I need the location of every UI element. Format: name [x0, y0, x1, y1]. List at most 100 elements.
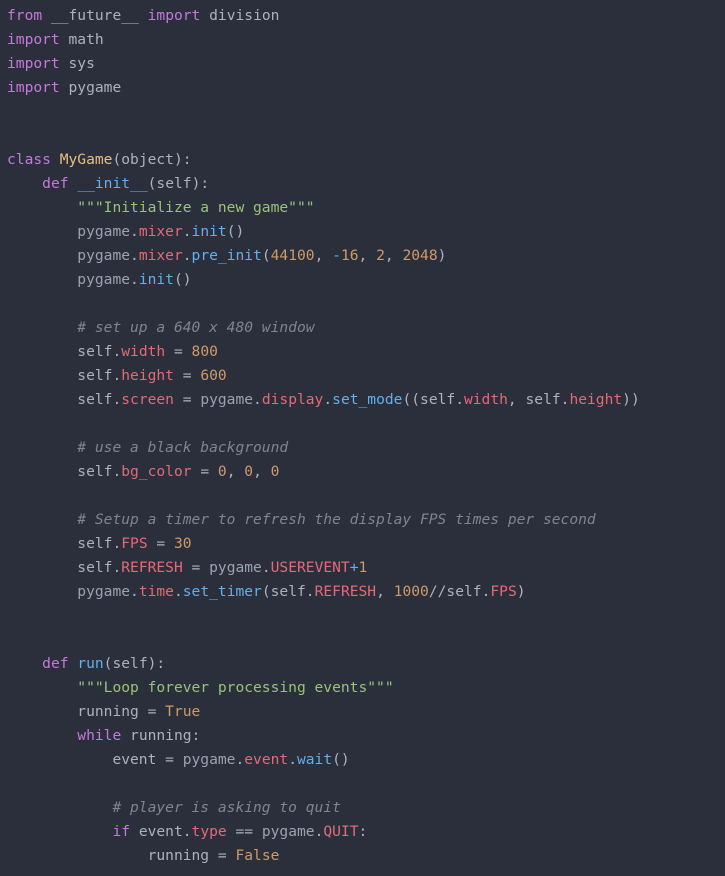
code-token-num: 1000 [393, 583, 429, 600]
code-token-punct: () [332, 751, 350, 768]
code-line[interactable]: # set up a 640 x 480 window [7, 316, 725, 340]
code-line[interactable]: running = True [7, 700, 725, 724]
code-line[interactable]: def __init__(self): [7, 172, 725, 196]
code-token-attr: QUIT [323, 823, 359, 840]
code-token-punct: . [323, 391, 333, 408]
code-line[interactable]: """Initialize a new game""" [7, 196, 725, 220]
code-token-attr: height [121, 367, 174, 384]
code-token-punct: , [384, 247, 403, 264]
code-line[interactable]: if event.type == pygame.QUIT: [7, 820, 725, 844]
code-token-attr: FPS [121, 535, 148, 552]
code-token-punct: . [455, 391, 464, 408]
code-line[interactable]: # player is asking to quit [7, 796, 725, 820]
code-line[interactable]: while running: [7, 724, 725, 748]
code-token-plain: event [112, 751, 157, 768]
code-token-dim: pygame [77, 583, 131, 600]
code-token-plain: running [147, 847, 210, 864]
code-token-fn: set_timer [182, 583, 262, 600]
code-line[interactable] [7, 412, 725, 436]
code-line[interactable]: running = False [7, 844, 725, 868]
code-line[interactable]: import sys [7, 52, 725, 76]
code-token-punct: : [191, 727, 201, 744]
code-token-kw: import [147, 7, 201, 24]
code-line[interactable]: pygame.mixer.init() [7, 220, 725, 244]
code-token-num: 2048 [402, 247, 438, 264]
code-token-attr: width [463, 391, 508, 408]
code-token-punct: , [314, 247, 333, 264]
code-line[interactable]: self.FPS = 30 [7, 532, 725, 556]
code-line[interactable] [7, 772, 725, 796]
code-token-punct: . [130, 271, 139, 288]
code-token-num: 1 [358, 559, 368, 576]
code-token-attr: width [121, 343, 166, 360]
code-line[interactable]: self.height = 600 [7, 364, 725, 388]
code-line[interactable]: # Setup a timer to refresh the display F… [7, 508, 725, 532]
code-editor-pane[interactable]: from __future__ import division import ma… [0, 0, 725, 876]
code-token-kw: from [7, 7, 43, 24]
code-line[interactable] [7, 292, 725, 316]
code-line[interactable]: pygame.mixer.pre_init(44100, -16, 2, 204… [7, 244, 725, 268]
code-token-punct: = [147, 535, 174, 552]
code-line[interactable]: """Loop forever processing events""" [7, 676, 725, 700]
code-token-attr: USEREVENT [270, 559, 350, 576]
code-token-punct: // [428, 583, 447, 600]
code-token-punct: . [253, 391, 262, 408]
code-token-fn: pre_init [191, 247, 262, 264]
code-token-num: 16 [340, 247, 359, 264]
code-token-punct: . [288, 751, 297, 768]
code-token-plain: self [77, 391, 113, 408]
code-token-str: """Loop forever processing events""" [77, 679, 394, 696]
code-token-num: True [165, 703, 201, 720]
code-token-punct: . [130, 583, 139, 600]
code-line[interactable] [7, 628, 725, 652]
code-line[interactable]: self.bg_color = 0, 0, 0 [7, 460, 725, 484]
code-line[interactable]: self.width = 800 [7, 340, 725, 364]
code-token-kw: if [112, 823, 131, 840]
code-token-punct: () [226, 223, 245, 240]
code-token-punct: . [112, 343, 122, 360]
code-token-attr: REFRESH [314, 583, 377, 600]
code-line[interactable]: import math [7, 28, 725, 52]
code-line[interactable]: # use a black background [7, 436, 725, 460]
code-token-punct: = [165, 343, 192, 360]
code-token-punct: . [112, 463, 122, 480]
code-token-punct: == [226, 823, 262, 840]
code-line[interactable] [7, 100, 725, 124]
code-line[interactable]: self.REFRESH = pygame.USEREVENT+1 [7, 556, 725, 580]
code-token-plain: self [77, 535, 113, 552]
code-line[interactable]: pygame.time.set_timer(self.REFRESH, 1000… [7, 580, 725, 604]
code-line[interactable]: from __future__ import division [7, 4, 725, 28]
code-line[interactable] [7, 604, 725, 628]
code-token-cmt: # Setup a timer to refresh the display F… [77, 511, 596, 528]
code-line[interactable] [7, 484, 725, 508]
code-line[interactable]: def run(self): [7, 652, 725, 676]
code-token-punct: . [305, 583, 315, 600]
code-line[interactable]: import pygame [7, 76, 725, 100]
code-line[interactable] [7, 124, 725, 148]
code-line[interactable]: class MyGame(object): [7, 148, 725, 172]
code-token-str: """Initialize a new game""" [77, 199, 315, 216]
code-token-punct: ): [147, 655, 166, 672]
code-token-punct: ): [173, 151, 192, 168]
code-line[interactable]: event = pygame.event.wait() [7, 748, 725, 772]
code-token-plain: self [156, 175, 192, 192]
code-token-punct: . [112, 367, 122, 384]
code-line[interactable]: self.screen = pygame.display.set_mode((s… [7, 388, 725, 412]
code-token-num: 0 [270, 463, 280, 480]
code-token-plain: running [130, 727, 192, 744]
code-token-punct: = [209, 847, 236, 864]
code-token-punct: , [358, 247, 377, 264]
code-line[interactable]: pygame.init() [7, 268, 725, 292]
